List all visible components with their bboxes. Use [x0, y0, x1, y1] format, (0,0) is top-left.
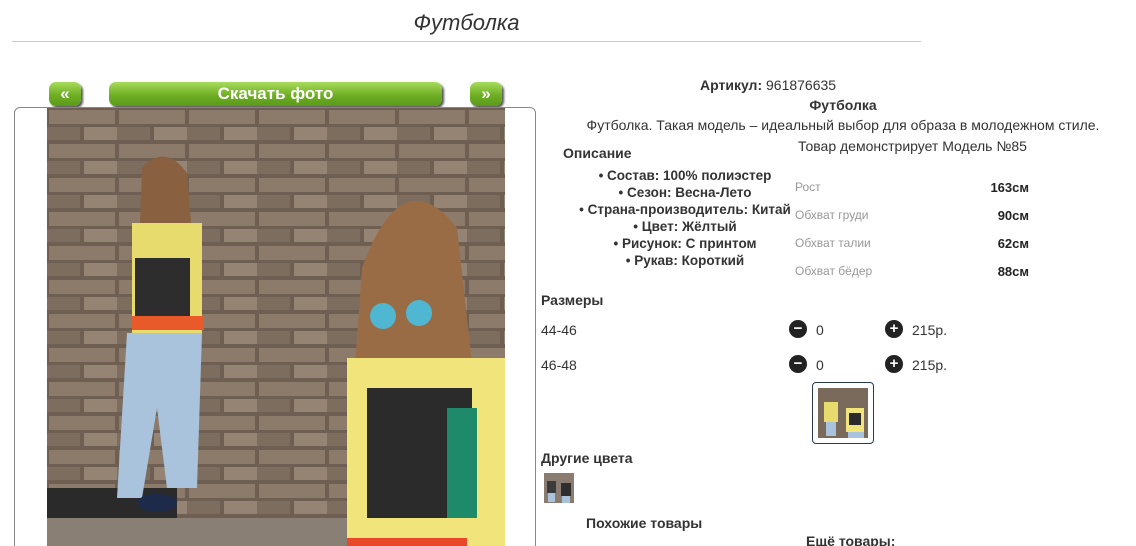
measurement-row: Обхват бёдер 88см: [795, 264, 1035, 292]
measurement-value: 62см: [997, 236, 1029, 251]
other-colors-title: Другие цвета: [541, 450, 633, 466]
description-item: Страна-производитель: Китай: [560, 201, 810, 218]
next-photo-button[interactable]: »: [470, 82, 502, 106]
more-products-title: Ещё товары:: [806, 533, 896, 546]
description-title: Описание: [563, 145, 632, 161]
increase-qty-button[interactable]: +: [885, 320, 903, 338]
measurement-row: Обхват груди 90см: [795, 208, 1035, 236]
description-item: Рукав: Короткий: [560, 252, 810, 269]
product-photo-frame: [14, 107, 536, 546]
increase-qty-button[interactable]: +: [885, 355, 903, 373]
other-color-thumbnail[interactable]: [544, 473, 574, 503]
sizes-title: Размеры: [541, 292, 604, 308]
description-list: Состав: 100% полиэстер Сезон: Весна-Лето…: [560, 167, 810, 269]
download-photo-button[interactable]: Скачать фото: [109, 82, 442, 106]
measurement-label: Обхват груди: [795, 208, 869, 222]
decrease-qty-button[interactable]: −: [789, 355, 807, 373]
measurement-value: 163см: [990, 180, 1029, 195]
page-title: Футболка: [12, 8, 921, 42]
qty-value: 0: [816, 357, 824, 373]
size-row: 46-48 − 0 + 215р.: [541, 355, 961, 379]
size-price: 215р.: [912, 322, 948, 338]
color-variant-image: [544, 473, 574, 503]
measurement-row: Рост 163см: [795, 180, 1035, 208]
article-label: Артикул:: [700, 77, 763, 93]
model-measurements: Рост 163см Обхват груди 90см Обхват тали…: [795, 180, 1035, 292]
photo-thumbnail[interactable]: [812, 382, 874, 444]
description-item: Цвет: Жёлтый: [560, 218, 810, 235]
size-label: 44-46: [541, 322, 577, 338]
qty-value: 0: [816, 322, 824, 338]
size-price: 215р.: [912, 357, 948, 373]
measurement-row: Обхват талии 62см: [795, 236, 1035, 264]
measurement-label: Рост: [795, 180, 821, 194]
article-value: 961876635: [766, 77, 837, 93]
model-note: Товар демонстрирует Модель №85: [798, 138, 1027, 154]
decrease-qty-button[interactable]: −: [789, 320, 807, 338]
article-line: Артикул: 961876635: [700, 77, 1000, 93]
measurement-value: 90см: [997, 208, 1029, 223]
measurement-label: Обхват бёдер: [795, 264, 873, 278]
measurement-value: 88см: [997, 264, 1029, 279]
product-tagline: Футболка. Такая модель – идеальный выбор…: [586, 117, 1100, 133]
description-item: Сезон: Весна-Лето: [560, 184, 810, 201]
similar-products-title: Похожие товары: [586, 515, 703, 531]
description-item: Рисунок: С принтом: [560, 235, 810, 252]
prev-photo-button[interactable]: «: [49, 82, 81, 106]
description-item: Состав: 100% полиэстер: [560, 167, 810, 184]
thumbnail-image: [818, 388, 868, 438]
size-row: 44-46 − 0 + 215р.: [541, 320, 961, 344]
product-photo[interactable]: [47, 108, 505, 546]
product-name: Футболка: [809, 97, 877, 113]
size-label: 46-48: [541, 357, 577, 373]
measurement-label: Обхват талии: [795, 236, 871, 250]
